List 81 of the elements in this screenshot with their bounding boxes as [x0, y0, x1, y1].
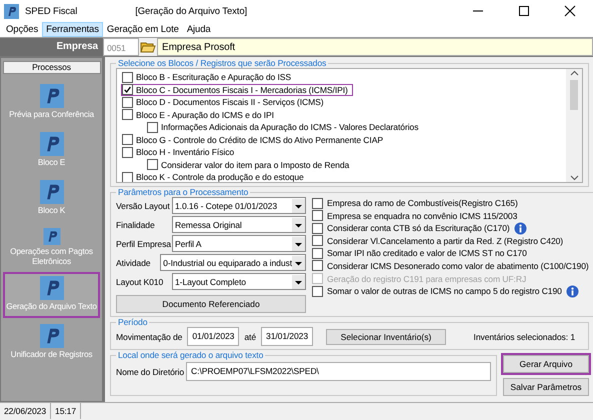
p-logo-icon [40, 84, 64, 108]
dropdown[interactable]: Remessa Original [172, 216, 306, 233]
checkbox[interactable] [122, 172, 133, 182]
checkbox[interactable] [147, 159, 158, 170]
menu-item[interactable]: Ferramentas [42, 22, 103, 37]
group-title: Local onde será gerado o arquivo texto [117, 350, 264, 360]
group-title: Parâmetros para o Processamento [117, 187, 250, 197]
checkbox[interactable] [312, 198, 323, 208]
directory-field[interactable]: C:\PROEMP07\LFSM2022\SPED\ [186, 362, 491, 381]
checkbox[interactable] [312, 248, 323, 259]
field-label: Layout K010 [116, 276, 164, 286]
field-label: Movimentação de [116, 332, 182, 342]
block-label: Bloco K - Controle da produção e do estoque [136, 172, 304, 182]
block-label: Bloco H - Inventário Físico [136, 147, 234, 158]
document-button[interactable]: Documento Referenciado [116, 295, 306, 313]
dropdown[interactable]: 1.0.16 - Cotepe 01/01/2023 [172, 197, 306, 214]
field-label: Versão Layout [116, 200, 171, 210]
menu-item[interactable]: Opções [2, 22, 42, 37]
dropdown[interactable]: 1-Layout Completo [172, 273, 306, 290]
menu-item[interactable]: Geração em Lote [102, 22, 183, 37]
block-label: Bloco E - Apuração do ICMS e do IPI [136, 110, 274, 120]
block-label: Bloco G - Controle do Crédito de ICMS do Ativo Permanente CIAP [136, 134, 383, 145]
checkbox[interactable] [312, 235, 323, 246]
checkbox[interactable] [312, 210, 323, 222]
window-title: [Geração do Arquivo Texto] [135, 6, 248, 16]
company-code-field[interactable]: 0051 [103, 38, 139, 56]
checkbox[interactable] [312, 286, 323, 297]
checkbox[interactable] [122, 146, 133, 158]
block-label: Bloco D - Documentos Fiscais II - Serviços (ICMS) [136, 97, 324, 108]
option-label: Geração do registro C191 para empresas com UF:RJ [327, 274, 526, 284]
checkbox[interactable] [312, 222, 323, 234]
action-button[interactable]: Gerar Arquivo [503, 355, 589, 373]
block-label: Bloco C - Documentos Fiscais I - Mercadorias (ICMS/IPI) [136, 84, 348, 95]
checkbox[interactable] [122, 134, 133, 146]
inventory-count: Inventários selecionados: 1 [474, 332, 576, 342]
group-title: Período [117, 317, 148, 327]
field-label: Nome do Diretório [116, 366, 184, 376]
option-label: Considerar ICMS Desonerado como valor de abatimento (C100/C190) [327, 260, 589, 271]
option-label: Considerar Vl.Cancelamento a partir da Red. Z (Registro C420) [327, 236, 564, 246]
date-field[interactable]: 31/01/2023 [261, 327, 314, 346]
scrollbar-thumb[interactable] [570, 80, 578, 110]
option-label: Somar IPI não creditado e valor de ICMS ST no C170 [327, 248, 527, 258]
checkbox[interactable] [122, 84, 133, 96]
status-time: 15:17 [51, 403, 82, 419]
option-label: Empresa se enquadra no convênio ICMS 115/2003 [327, 210, 518, 221]
scroll-up-icon[interactable] [570, 69, 578, 78]
group-title: Selecione os Blocos / Registros que serão Processados [117, 58, 328, 68]
block-label: Considerar valor do item para o Imposto de Renda [161, 160, 350, 170]
field-label: Perfil Empresa [116, 238, 172, 248]
status-date: 22/06/2023 [0, 403, 52, 419]
company-label: Empresa [0, 38, 103, 56]
option-label: Empresa do ramo de Combustíveis(Registro C165) [327, 198, 518, 208]
checkbox[interactable] [122, 109, 133, 120]
menu-item[interactable]: Ajuda [182, 22, 215, 37]
p-logo-icon [40, 180, 64, 204]
field-label: Finalidade [116, 220, 156, 230]
company-name-field[interactable]: Empresa Prosoft [157, 38, 593, 56]
field-label: até [244, 332, 256, 342]
block-label: Informações Adicionais da Apuração do ICMS - Valores Declaratórios [161, 122, 418, 132]
checkbox[interactable] [147, 122, 158, 133]
scroll-down-icon[interactable] [570, 173, 578, 182]
field-label: Atividade [116, 258, 152, 268]
date-field[interactable]: 01/01/2023 [187, 327, 240, 346]
sidebar-header: Processos [2, 61, 100, 74]
option-label: Somar o valor de outras de ICMS no campo 5 do registro C190 [327, 286, 562, 296]
checkbox[interactable] [122, 96, 133, 108]
block-label: Bloco B - Escrituração e Apuração do ISS [136, 72, 292, 82]
app-title: SPED Fiscal [25, 6, 78, 16]
checkbox[interactable] [122, 72, 133, 83]
dropdown[interactable]: 0-Industrial ou equiparado a indust [160, 254, 306, 271]
p-logo-icon [40, 276, 64, 300]
p-logo-icon [40, 132, 64, 156]
info-icon[interactable] [514, 222, 527, 235]
p-logo-icon [40, 324, 64, 348]
select-inventory-button[interactable]: Selecionar Inventário(s) [326, 328, 446, 344]
checkbox[interactable] [312, 260, 323, 272]
action-button[interactable]: Salvar Parâmetros [503, 378, 589, 396]
info-icon[interactable] [566, 284, 579, 298]
app-logo-icon [4, 4, 19, 18]
dropdown[interactable]: Perfil A [172, 235, 306, 252]
option-label: Considerar conta CTB só da Escrituração (C170) [327, 223, 510, 234]
